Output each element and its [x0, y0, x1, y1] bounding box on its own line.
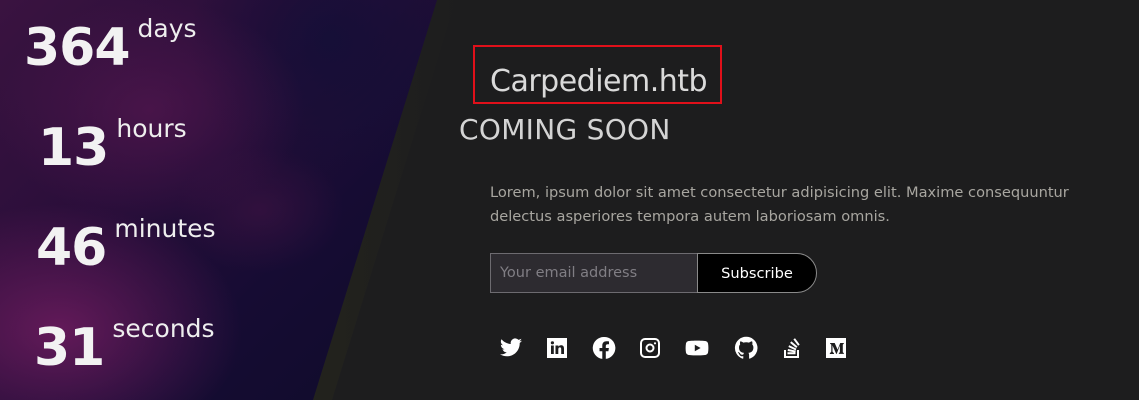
seconds-label: seconds	[112, 314, 215, 343]
seconds-value: 31	[34, 318, 105, 378]
minutes-label: minutes	[114, 214, 216, 243]
youtube-icon[interactable]	[683, 334, 711, 362]
countdown-minutes: 46 minutes	[36, 214, 216, 278]
stackoverflow-icon[interactable]	[778, 334, 806, 362]
hours-label: hours	[116, 114, 187, 143]
days-label: days	[137, 14, 197, 43]
hours-value: 13	[38, 118, 109, 178]
instagram-icon[interactable]	[636, 334, 664, 362]
linkedin-icon[interactable]	[543, 334, 571, 362]
site-title: Carpediem.htb	[490, 64, 708, 99]
twitter-icon[interactable]	[497, 334, 525, 362]
countdown-hours: 13 hours	[38, 114, 187, 178]
medium-icon[interactable]	[822, 334, 850, 362]
coming-soon-heading: COMING SOON	[459, 113, 671, 146]
minutes-value: 46	[36, 218, 107, 278]
countdown-seconds: 31 seconds	[34, 314, 215, 378]
github-icon[interactable]	[732, 334, 760, 362]
description-text: Lorem, ipsum dolor sit amet consectetur …	[490, 184, 1069, 225]
facebook-icon[interactable]	[590, 334, 618, 362]
countdown-days: 364 days	[24, 14, 197, 78]
email-input[interactable]	[490, 253, 698, 293]
days-value: 364	[24, 18, 131, 78]
subscribe-button[interactable]: Subscribe	[697, 253, 817, 293]
